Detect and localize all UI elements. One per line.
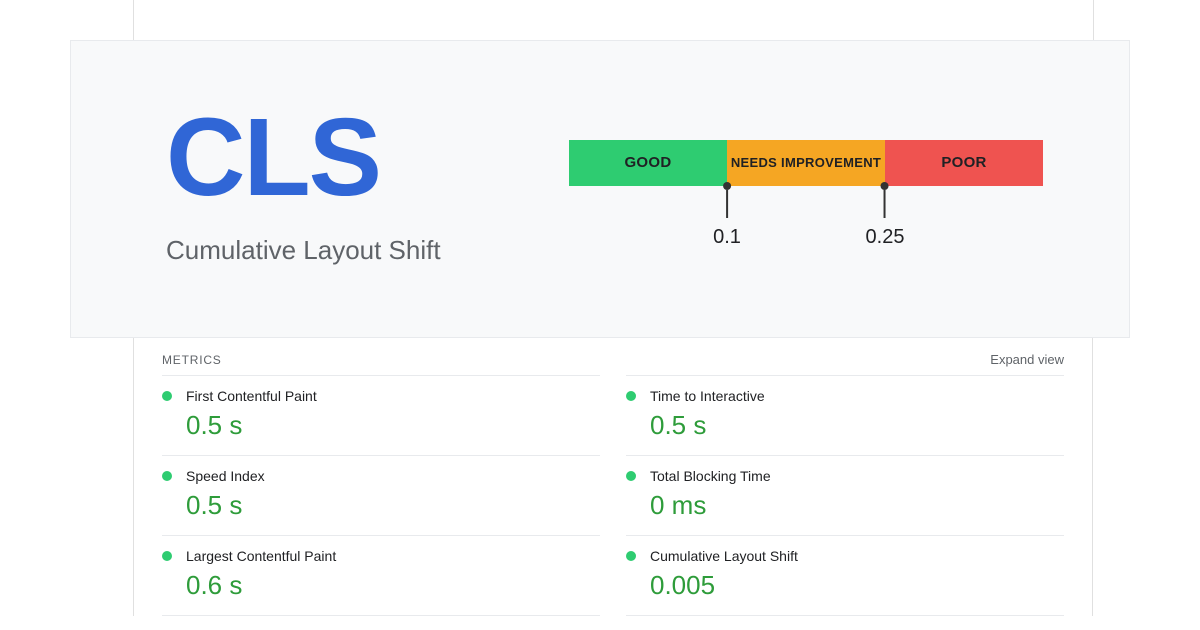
metric-value: 0.5 s <box>186 410 600 441</box>
metrics-grid: First Contentful Paint 0.5 s Speed Index… <box>162 375 1064 616</box>
metric-value: 0 ms <box>650 490 1064 521</box>
metrics-col-right: Time to Interactive 0.5 s Total Blocking… <box>626 375 1064 616</box>
metric-name: Time to Interactive <box>650 388 765 404</box>
threshold-value-1: 0.1 <box>713 226 741 249</box>
threshold-bar-segments: GOOD NEEDS IMPROVEMENT POOR <box>569 140 1043 186</box>
metric-tti[interactable]: Time to Interactive 0.5 s <box>626 375 1064 455</box>
outer-rule-left <box>133 0 134 40</box>
metrics-panel: METRICS Expand view First Contentful Pai… <box>133 338 1093 616</box>
status-dot-icon <box>162 551 172 561</box>
metric-value: 0.6 s <box>186 570 600 601</box>
tick-dot-icon <box>723 182 731 190</box>
metric-value: 0.5 s <box>186 490 600 521</box>
hero-card: CLS Cumulative Layout Shift GOOD NEEDS I… <box>70 40 1130 338</box>
hero-subtitle: Cumulative Layout Shift <box>166 235 441 266</box>
status-dot-icon <box>626 391 636 401</box>
metric-value: 0.5 s <box>650 410 1064 441</box>
threshold-bar: GOOD NEEDS IMPROVEMENT POOR 0.1 0.25 <box>569 140 1043 246</box>
metric-value: 0.005 <box>650 570 1064 601</box>
metric-divider <box>162 615 600 616</box>
metric-name: Total Blocking Time <box>650 468 771 484</box>
metric-speed-index[interactable]: Speed Index 0.5 s <box>162 455 600 535</box>
status-dot-icon <box>162 391 172 401</box>
status-dot-icon <box>162 471 172 481</box>
metric-divider <box>626 615 1064 616</box>
segment-poor: POOR <box>885 140 1043 186</box>
metric-name: Largest Contentful Paint <box>186 548 336 564</box>
page-root: CLS Cumulative Layout Shift GOOD NEEDS I… <box>0 0 1200 630</box>
threshold-ticks: 0.1 0.25 <box>569 186 1043 246</box>
hero-left: CLS Cumulative Layout Shift <box>166 103 441 266</box>
expand-view-button[interactable]: Expand view <box>990 352 1064 367</box>
threshold-tick-2: 0.25 <box>866 182 905 249</box>
status-dot-icon <box>626 551 636 561</box>
threshold-value-2: 0.25 <box>866 226 905 249</box>
tick-dot-icon <box>881 182 889 190</box>
metrics-col-left: First Contentful Paint 0.5 s Speed Index… <box>162 375 600 616</box>
segment-needs-improvement: NEEDS IMPROVEMENT <box>727 140 885 186</box>
metrics-header: METRICS Expand view <box>162 352 1064 375</box>
tick-line-icon <box>884 190 886 218</box>
tick-line-icon <box>726 190 728 218</box>
metric-name: First Contentful Paint <box>186 388 317 404</box>
segment-good: GOOD <box>569 140 727 186</box>
metric-lcp[interactable]: Largest Contentful Paint 0.6 s <box>162 535 600 615</box>
metric-name: Speed Index <box>186 468 265 484</box>
status-dot-icon <box>626 471 636 481</box>
outer-rule-right <box>1093 0 1094 40</box>
metric-name: Cumulative Layout Shift <box>650 548 798 564</box>
threshold-tick-1: 0.1 <box>713 182 741 249</box>
metric-cls[interactable]: Cumulative Layout Shift 0.005 <box>626 535 1064 615</box>
metric-tbt[interactable]: Total Blocking Time 0 ms <box>626 455 1064 535</box>
metrics-section-title: METRICS <box>162 353 222 367</box>
metric-fcp[interactable]: First Contentful Paint 0.5 s <box>162 375 600 455</box>
hero-title: CLS <box>166 103 441 213</box>
